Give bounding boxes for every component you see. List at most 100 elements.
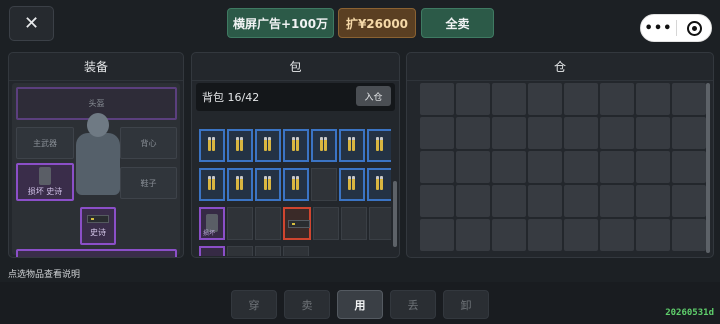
bag-item-gun[interactable] — [283, 207, 311, 240]
warehouse-cell[interactable] — [492, 117, 526, 149]
drop-button[interactable]: 丢 — [390, 290, 436, 319]
warehouse-cell[interactable] — [456, 117, 490, 149]
warehouse-cell[interactable] — [456, 83, 490, 115]
extra-slot[interactable] — [16, 249, 177, 257]
warehouse-cell[interactable] — [492, 151, 526, 183]
bag-item-ammo[interactable] — [311, 129, 337, 162]
sell-all-button[interactable]: 全卖 — [421, 8, 494, 38]
bag-item-armor[interactable]: 损坏 — [199, 207, 225, 240]
warehouse-cell[interactable] — [600, 185, 634, 217]
bag-empty-cell[interactable] — [313, 207, 339, 240]
bag-item-ammo[interactable] — [199, 129, 225, 162]
warehouse-cell[interactable] — [420, 117, 454, 149]
wear-button[interactable]: 穿 — [231, 290, 277, 319]
miniprogram-capsule: ••• — [640, 14, 712, 42]
warehouse-cell[interactable] — [456, 151, 490, 183]
warehouse-cell[interactable] — [600, 83, 634, 115]
bag-item-ammo[interactable] — [339, 168, 365, 201]
warehouse-cell[interactable] — [600, 117, 634, 149]
bag-empty-cell[interactable] — [283, 246, 309, 256]
back-slot-label: 背心 — [140, 138, 157, 148]
weapon-slot[interactable]: 主武器 — [16, 127, 74, 159]
bag-empty-cell[interactable] — [227, 246, 253, 256]
close-icon: ✕ — [23, 13, 40, 34]
ammo-icon — [376, 137, 387, 151]
bag-item-ammo[interactable] — [283, 129, 309, 162]
warehouse-cell[interactable] — [636, 219, 670, 251]
ammo-icon — [292, 176, 303, 190]
warehouse-cell[interactable] — [492, 185, 526, 217]
warehouse-cell[interactable] — [672, 185, 706, 217]
shoes-slot[interactable]: 鞋子 — [120, 167, 177, 199]
warehouse-cell[interactable] — [636, 151, 670, 183]
unload-button[interactable]: 卸 — [443, 290, 489, 319]
ammo-icon — [292, 137, 303, 151]
bag-empty-cell[interactable] — [255, 246, 281, 256]
exit-miniprogram-button[interactable] — [677, 20, 711, 36]
use-button[interactable]: 用 — [337, 290, 383, 319]
armor-slot-item[interactable]: 损坏 史诗 — [16, 163, 74, 201]
warehouse-cell[interactable] — [420, 151, 454, 183]
bag-item-ammo[interactable] — [227, 168, 253, 201]
weapon-slot-label: 主武器 — [33, 138, 57, 148]
bag-item-ammo[interactable] — [367, 129, 391, 162]
bag-item-partial[interactable] — [199, 246, 225, 256]
back-slot[interactable]: 背心 — [120, 127, 177, 159]
warehouse-panel: 仓 — [406, 52, 714, 258]
warehouse-cell[interactable] — [636, 117, 670, 149]
warehouse-cell[interactable] — [492, 219, 526, 251]
warehouse-cell[interactable] — [528, 185, 562, 217]
warehouse-cell[interactable] — [564, 117, 598, 149]
warehouse-cell[interactable] — [672, 83, 706, 115]
ammo-icon — [348, 176, 359, 190]
bag-empty-cell[interactable] — [369, 207, 391, 240]
warehouse-cell[interactable] — [456, 219, 490, 251]
expand-storage-button[interactable]: 扩¥26000 — [338, 8, 416, 38]
warehouse-cell[interactable] — [636, 185, 670, 217]
sell-button[interactable]: 卖 — [284, 290, 330, 319]
warehouse-cell[interactable] — [672, 117, 706, 149]
warehouse-cell[interactable] — [564, 219, 598, 251]
bag-empty-cell[interactable] — [227, 207, 253, 240]
warehouse-cell[interactable] — [528, 219, 562, 251]
bag-empty-cell[interactable] — [341, 207, 367, 240]
ammo-icon — [320, 137, 331, 151]
bag-item-ammo[interactable] — [339, 129, 365, 162]
warehouse-cell[interactable] — [492, 83, 526, 115]
warehouse-cell[interactable] — [672, 151, 706, 183]
bag-item-ammo[interactable] — [227, 129, 253, 162]
warehouse-cell[interactable] — [600, 219, 634, 251]
warehouse-cell[interactable] — [636, 83, 670, 115]
warehouse-scrollbar[interactable] — [706, 83, 710, 253]
close-button[interactable]: ✕ — [9, 6, 54, 41]
warehouse-cell[interactable] — [420, 219, 454, 251]
warehouse-cell[interactable] — [672, 219, 706, 251]
bag-item-ammo[interactable] — [367, 168, 391, 201]
bag-item-ammo[interactable] — [255, 168, 281, 201]
bag-item-ammo[interactable] — [199, 168, 225, 201]
warehouse-cell[interactable] — [420, 83, 454, 115]
bag-scrollbar[interactable] — [393, 181, 397, 247]
warehouse-cell[interactable] — [528, 83, 562, 115]
ammo-icon — [236, 176, 247, 190]
ad-reward-button[interactable]: 横屏广告+100万 — [227, 8, 334, 38]
warehouse-cell[interactable] — [528, 117, 562, 149]
warehouse-cell[interactable] — [528, 151, 562, 183]
bag-empty-cell[interactable] — [255, 207, 281, 240]
ammo-icon — [348, 137, 359, 151]
warehouse-cell[interactable] — [456, 185, 490, 217]
bag-header: 背包 16/42 入仓 — [196, 83, 395, 111]
equipment-panel: 装备 头盔 主武器 背心 损坏 史诗 鞋子 史诗 — [8, 52, 184, 258]
warehouse-cell[interactable] — [600, 151, 634, 183]
bag-empty-cell[interactable] — [311, 168, 337, 201]
warehouse-cell[interactable] — [564, 83, 598, 115]
warehouse-cell[interactable] — [564, 151, 598, 183]
more-menu-button[interactable]: ••• — [641, 21, 676, 36]
bag-item-ammo[interactable] — [255, 129, 281, 162]
bag-item-label: 损坏 — [203, 230, 216, 237]
warehouse-cell[interactable] — [564, 185, 598, 217]
store-to-warehouse-button[interactable]: 入仓 — [356, 86, 391, 106]
warehouse-cell[interactable] — [420, 185, 454, 217]
bag-item-ammo[interactable] — [283, 168, 309, 201]
epic-item-slot[interactable]: 史诗 — [80, 207, 116, 245]
